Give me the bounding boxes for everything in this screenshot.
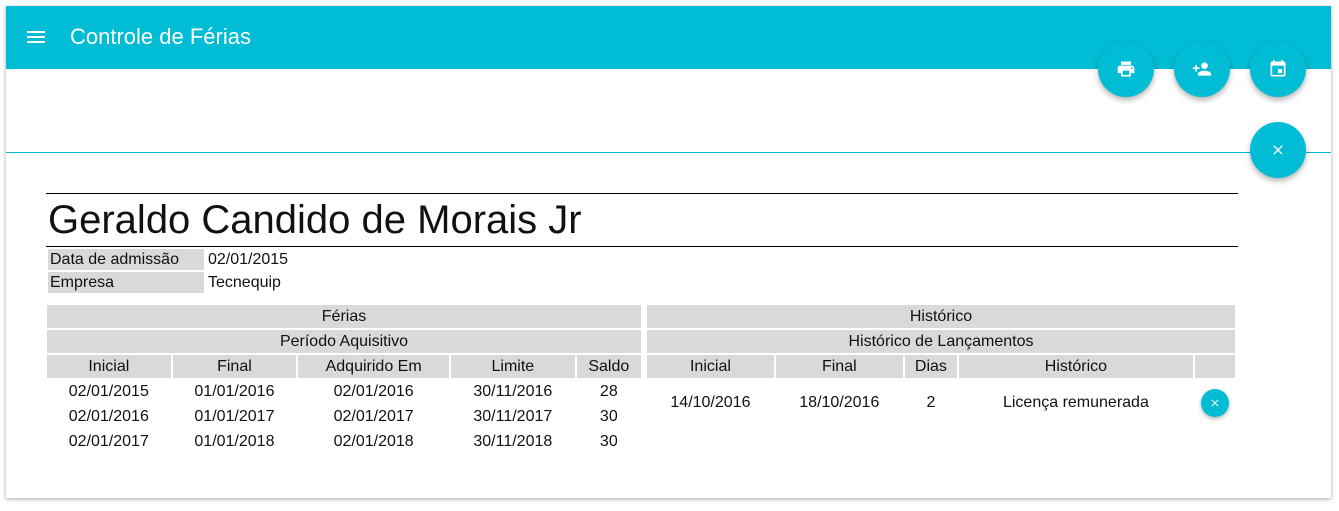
- app-title: Controle de Férias: [70, 24, 251, 49]
- historico-header-row: Inicial Final Dias Histórico: [647, 355, 1235, 378]
- table-row: 02/01/2016 01/01/2017 02/01/2017 30/11/2…: [47, 405, 641, 428]
- table-cell: 02/01/2016: [68, 407, 149, 425]
- col-header: Final: [172, 355, 297, 378]
- table-cell: 30/11/2016: [473, 382, 553, 400]
- table-row: 02/01/2017 01/01/2018 02/01/2018 30/11/2…: [47, 430, 641, 453]
- admission-row: Data de admissão 02/01/2015: [48, 249, 290, 270]
- company-label: Empresa: [48, 272, 204, 293]
- table-cell: 02/01/2017: [333, 407, 414, 425]
- col-header: Adquirido Em: [298, 355, 450, 378]
- table-cell: 30/11/2017: [473, 407, 553, 425]
- table-cell: 30: [599, 407, 618, 425]
- table-cell: [1195, 380, 1235, 426]
- table-cell: 28: [599, 382, 618, 400]
- ferias-table: Férias Período Aquisitivo Inicial Final …: [45, 303, 643, 455]
- table-cell: 01/01/2016: [194, 382, 275, 400]
- delete-entry-button[interactable]: [1200, 389, 1229, 417]
- add-person-button[interactable]: [1174, 41, 1230, 97]
- print-button[interactable]: [1098, 41, 1154, 97]
- table-cell: 02/01/2016: [333, 382, 414, 400]
- table-cell: 2: [926, 394, 936, 411]
- col-header: Inicial: [47, 355, 171, 378]
- col-header: Inicial: [647, 355, 774, 378]
- person-add-icon: [1192, 62, 1212, 76]
- table-cell: 14/10/2016: [670, 394, 751, 411]
- table-cell: 02/01/2018: [333, 432, 414, 450]
- calendar-icon: [1270, 59, 1286, 77]
- table-cell: Licença remunerada: [1002, 394, 1149, 411]
- col-header: Dias: [904, 355, 958, 378]
- ferias-subtitle: Período Aquisitivo: [47, 330, 641, 353]
- table-cell: 01/01/2017: [194, 407, 275, 425]
- employee-name: Geraldo Candido de Morais Jr: [48, 198, 582, 242]
- close-icon: [1273, 145, 1283, 155]
- section-divider: [6, 152, 1331, 153]
- historico-table: Histórico Histórico de Lançamentos Inici…: [645, 303, 1237, 428]
- col-header: Saldo: [576, 355, 641, 378]
- admission-value: 02/01/2015: [208, 250, 289, 268]
- table-cell: 30/11/2018: [473, 432, 553, 450]
- app-window: Controle de Férias Geraldo Candido de Mo…: [6, 6, 1331, 498]
- table-row: 14/10/2016 18/10/2016 2 Licença remunera…: [647, 380, 1235, 426]
- col-header: [1194, 355, 1235, 378]
- print-icon: [1117, 61, 1135, 77]
- table-cell: 02/01/2015: [68, 382, 149, 400]
- table-row: 02/01/2015 01/01/2016 02/01/2016 30/11/2…: [47, 380, 641, 403]
- col-header: Limite: [451, 355, 575, 378]
- employee-name-block: Geraldo Candido de Morais Jr: [46, 193, 1238, 247]
- historico-title: Histórico: [647, 305, 1235, 328]
- col-header: Histórico: [959, 355, 1193, 378]
- company-value: Tecnequip: [208, 273, 281, 291]
- table-cell: 01/01/2018: [194, 432, 275, 450]
- employee-info-table: Data de admissão 02/01/2015 Empresa Tecn…: [46, 247, 292, 295]
- menu-icon[interactable]: [27, 30, 45, 44]
- col-header: Final: [775, 355, 903, 378]
- table-cell: 18/10/2016: [799, 394, 880, 411]
- close-icon: [1211, 399, 1219, 407]
- company-row: Empresa Tecnequip: [48, 272, 290, 293]
- ferias-title: Férias: [47, 305, 641, 328]
- calendar-button[interactable]: [1250, 41, 1306, 97]
- employee-report: Geraldo Candido de Morais Jr Data de adm…: [46, 193, 1238, 450]
- admission-label: Data de admissão: [48, 249, 204, 270]
- historico-subtitle: Histórico de Lançamentos: [647, 330, 1235, 353]
- table-cell: 02/01/2017: [68, 432, 149, 450]
- close-button[interactable]: [1250, 122, 1306, 178]
- table-cell: 30: [599, 432, 618, 450]
- ferias-header-row: Inicial Final Adquirido Em Limite Saldo: [47, 355, 641, 378]
